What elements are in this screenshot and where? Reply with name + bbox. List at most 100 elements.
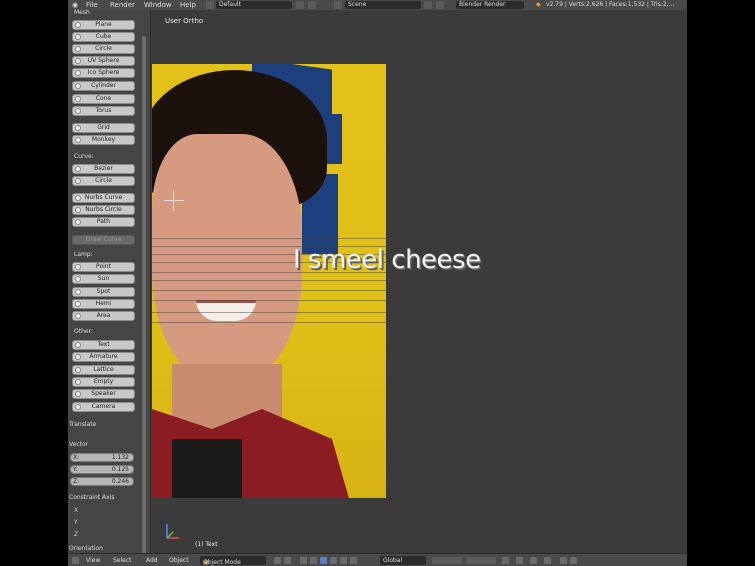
add-ico-sphere-button[interactable]: Ico Sphere <box>72 68 135 78</box>
curve-circle-icon <box>75 178 81 184</box>
circle-icon <box>75 46 81 52</box>
add-path-button[interactable]: Path <box>72 217 135 227</box>
empty-icon <box>75 379 81 385</box>
add-torus-button[interactable]: Torus <box>72 106 135 116</box>
add-lattice-button[interactable]: Lattice <box>72 365 135 375</box>
pivot-icon[interactable] <box>284 557 291 564</box>
layout-icon[interactable] <box>206 1 214 9</box>
axis-gizmo-icon <box>166 524 179 539</box>
add-cone-button[interactable]: Cone <box>72 94 135 104</box>
grid-icon <box>75 125 81 131</box>
add-bezier-button[interactable]: Bezier <box>72 164 135 174</box>
scene-add-icon[interactable] <box>424 1 432 9</box>
add-cylinder-button[interactable]: Cylinder <box>72 81 135 91</box>
orientation-select[interactable]: Global <box>380 556 426 565</box>
text-object[interactable]: I smeel cheese <box>293 245 481 275</box>
add-nurbs-curve-button[interactable]: Nurbs Curve <box>72 193 135 203</box>
layout-add-icon[interactable] <box>296 1 304 9</box>
scene-close-icon[interactable] <box>436 1 444 9</box>
shelf-scrollbar[interactable] <box>142 36 146 556</box>
add-plane-button[interactable]: Plane <box>72 20 135 30</box>
draw-curve-button[interactable]: Draw Curve <box>72 235 135 245</box>
snap-icon[interactable] <box>530 557 537 564</box>
translate-header: Translate <box>69 421 97 428</box>
vector-z-field[interactable]: Z: 0.246 <box>70 477 134 486</box>
local-icon[interactable] <box>340 557 347 564</box>
add-sun-lamp-button[interactable]: Sun <box>72 274 135 284</box>
add-circle-button[interactable]: Circle <box>72 44 135 54</box>
menu-window[interactable]: Window <box>144 0 172 10</box>
blender-window: ◉ File Render Window Help Default Scene … <box>68 0 687 566</box>
editor-type-icon[interactable] <box>72 557 79 564</box>
scale-icon[interactable] <box>330 557 337 564</box>
vector-x-field[interactable]: X: 1.132 <box>70 453 134 462</box>
add-camera-button[interactable]: Camera <box>72 402 135 412</box>
add-area-lamp-button[interactable]: Area <box>72 311 135 321</box>
rotate-icon[interactable] <box>320 557 327 564</box>
scene-stats: v2.79 | Verts:2,626 | Faces:1,532 | Tris… <box>546 1 675 8</box>
add-text-button[interactable]: Text <box>72 340 135 350</box>
constraint-x-checkbox[interactable]: X <box>74 507 78 514</box>
uv-sphere-icon <box>75 58 81 64</box>
scene-icon[interactable] <box>334 1 342 9</box>
vector-y-field[interactable]: Y: 0.125 <box>70 465 134 474</box>
3d-viewport[interactable]: User Ortho I smeel cheese (1) Text <box>151 10 687 553</box>
bezier-icon <box>75 166 81 172</box>
nurbs-circle-icon <box>75 207 81 213</box>
viewport-header: View Select Add Object ▣ Object Mode Glo… <box>68 553 687 566</box>
blender-version-icon: ◆ <box>536 1 541 8</box>
hemi-lamp-icon <box>75 301 81 307</box>
path-icon <box>75 219 81 225</box>
camera-icon <box>75 404 81 410</box>
render-engine-select[interactable]: Blender Render <box>456 1 524 9</box>
point-lamp-icon <box>75 264 81 270</box>
add-point-lamp-button[interactable]: Point <box>72 262 135 272</box>
scene-select[interactable]: Scene <box>345 1 421 9</box>
proportional-edit-icon[interactable] <box>516 557 523 564</box>
speaker-icon <box>75 391 81 397</box>
transform-orientation-icon[interactable] <box>350 557 357 564</box>
plane-icon <box>75 22 81 28</box>
add-grid-button[interactable]: Grid <box>72 123 135 133</box>
menu-object[interactable]: Object <box>169 554 189 566</box>
add-armature-button[interactable]: Armature <box>72 352 135 362</box>
armature-icon <box>75 354 81 360</box>
shading-icon[interactable] <box>274 557 281 564</box>
manipulator-icon[interactable] <box>300 557 307 564</box>
constraint-y-checkbox[interactable]: Y <box>74 519 78 526</box>
mode-select[interactable]: ▣ Object Mode <box>200 556 266 566</box>
add-curve-circle-button[interactable]: Circle <box>72 176 135 186</box>
layout-select[interactable]: Default <box>216 1 292 9</box>
add-monkey-button[interactable]: Monkey <box>72 135 135 145</box>
spot-lamp-icon <box>75 289 81 295</box>
lock-icon[interactable] <box>502 557 509 564</box>
reference-image-plane[interactable] <box>152 64 386 498</box>
add-spot-lamp-button[interactable]: Spot <box>72 287 135 297</box>
add-nurbs-circle-button[interactable]: Nurbs Circle <box>72 205 135 215</box>
3d-cursor-icon[interactable] <box>164 191 184 211</box>
torus-icon <box>75 108 81 114</box>
add-speaker-button[interactable]: Speaker <box>72 389 135 399</box>
snap-target-icon[interactable] <box>544 557 551 564</box>
constraint-z-checkbox[interactable]: Z <box>74 531 78 538</box>
render-anim-icon[interactable] <box>570 557 577 564</box>
other-header: Other: <box>74 328 93 335</box>
orientation-label: Orientation <box>69 545 103 552</box>
render-icon[interactable] <box>560 557 567 564</box>
add-empty-button[interactable]: Empty <box>72 377 135 387</box>
add-hemi-lamp-button[interactable]: Hemi <box>72 299 135 309</box>
menu-help[interactable]: Help <box>180 0 196 10</box>
translate-icon[interactable] <box>310 557 317 564</box>
layers-2-icon[interactable] <box>466 557 496 564</box>
menu-select[interactable]: Select <box>113 554 132 566</box>
layout-close-icon[interactable] <box>308 1 316 9</box>
layers-icon[interactable] <box>432 557 462 564</box>
add-uv-sphere-button[interactable]: UV Sphere <box>72 56 135 66</box>
area-lamp-icon <box>75 313 81 319</box>
menu-view[interactable]: View <box>86 554 100 566</box>
menu-add[interactable]: Add <box>146 554 158 566</box>
menu-render[interactable]: Render <box>110 0 135 10</box>
nurbs-curve-icon <box>75 195 81 201</box>
constraint-axis-label: Constraint Axis <box>69 494 115 501</box>
add-cube-button[interactable]: Cube <box>72 32 135 42</box>
